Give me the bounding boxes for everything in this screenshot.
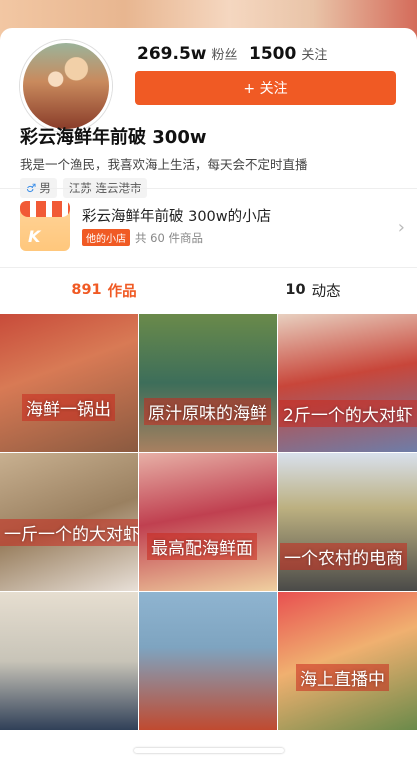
tab-works-label: 作品	[107, 283, 137, 300]
video-thumbnail[interactable]: 海上直播中	[278, 592, 417, 730]
shop-awning	[20, 201, 70, 217]
video-thumbnail[interactable]: 2斤一个的大对虾	[278, 314, 417, 452]
video-caption: 原汁原味的海鲜	[144, 398, 271, 425]
video-caption: 海鲜一锅出	[22, 394, 115, 421]
follow-button[interactable]: + 关注	[135, 71, 396, 105]
content-tabs: 891 作品 10 动态	[0, 268, 417, 312]
home-indicator	[134, 748, 284, 753]
video-caption: 最高配海鲜面	[147, 533, 257, 560]
tab-works-count: 891	[71, 282, 102, 298]
shop-icon-letter: K	[28, 227, 41, 246]
shop-icon: K	[20, 201, 70, 251]
shop-entry[interactable]: K 彩云海鲜年前破 300w的小店 他的小店 共 60 件商品 ›	[0, 188, 417, 266]
tab-posts-label: 动态	[311, 283, 341, 300]
shop-item-count: 共 60 件商品	[135, 230, 203, 245]
fans-count: 269.5w	[137, 44, 207, 64]
video-thumbnail[interactable]: 海鲜一锅出	[0, 314, 138, 452]
follow-button-label: + 关注	[243, 81, 288, 97]
chevron-right-icon: ›	[397, 217, 405, 238]
video-thumbnail[interactable]: 原汁原味的海鲜	[139, 314, 277, 452]
video-thumbnail[interactable]	[139, 592, 277, 730]
profile-name: 彩云海鲜年前破 300w	[20, 127, 207, 148]
video-thumbnail[interactable]: 一个农村的电商	[278, 453, 417, 591]
following-label: 关注	[301, 48, 328, 63]
avatar[interactable]	[20, 40, 112, 132]
following-stat[interactable]: 1500 关注	[249, 44, 327, 64]
profile-bio: 我是一个渔民，我喜欢海上生活，每天会不定时直播	[20, 157, 308, 172]
video-thumbnail[interactable]: 最高配海鲜面	[139, 453, 277, 591]
video-caption: 海上直播中	[296, 664, 389, 691]
shop-subline: 他的小店 共 60 件商品	[82, 229, 203, 246]
fans-stat[interactable]: 269.5w 粉丝	[137, 44, 238, 64]
following-count: 1500	[249, 44, 297, 64]
video-caption: 一斤一个的大对虾	[0, 519, 138, 546]
video-caption: 一个农村的电商	[280, 543, 407, 570]
fans-label: 粉丝	[211, 48, 238, 63]
video-thumbnail[interactable]: 一斤一个的大对虾	[0, 453, 138, 591]
video-caption: 2斤一个的大对虾	[279, 400, 417, 427]
video-thumbnail[interactable]	[0, 592, 138, 730]
tab-works[interactable]: 891 作品	[0, 268, 208, 312]
video-grid: 海鲜一锅出 原汁原味的海鲜 2斤一个的大对虾 一斤一个的大对虾 最高配海鲜面 一…	[0, 314, 417, 763]
shop-badge: 他的小店	[82, 229, 130, 246]
shop-title: 彩云海鲜年前破 300w的小店	[82, 209, 272, 225]
tab-posts[interactable]: 10 动态	[209, 268, 417, 312]
tab-posts-count: 10	[285, 282, 306, 298]
